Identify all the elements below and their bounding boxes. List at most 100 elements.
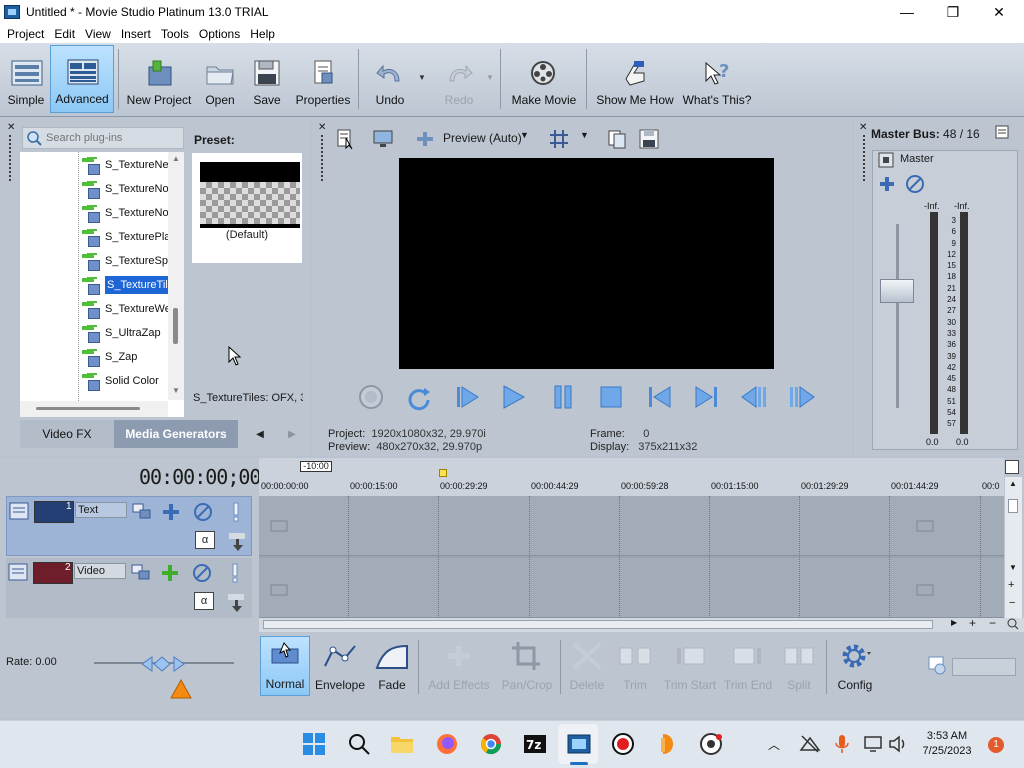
track-collapse-icon[interactable] bbox=[9, 501, 29, 524]
panel-grip[interactable] bbox=[320, 134, 324, 182]
windows-start-icon[interactable] bbox=[302, 732, 326, 756]
add-effects-button[interactable]: Add Effects bbox=[424, 636, 494, 696]
save-button[interactable]: Save bbox=[246, 45, 288, 113]
scroll-right-icon[interactable]: ▶ bbox=[951, 618, 957, 627]
track-mute-icon[interactable] bbox=[192, 501, 214, 523]
microphone-icon[interactable] bbox=[830, 732, 854, 756]
close-panel-icon[interactable]: ✕ bbox=[859, 122, 867, 133]
zoom-slider[interactable] bbox=[952, 658, 1016, 676]
track-name[interactable]: Text bbox=[75, 502, 127, 518]
mute-icon[interactable] bbox=[905, 174, 925, 197]
tree-vertical-scrollbar[interactable]: ▲ ▼ bbox=[168, 152, 184, 400]
properties-button[interactable]: Properties bbox=[292, 45, 354, 113]
redo-dropdown-icon[interactable]: ▼ bbox=[486, 73, 494, 82]
7zip-icon[interactable]: 7z bbox=[523, 732, 547, 756]
menu-options[interactable]: Options bbox=[194, 27, 245, 41]
scroll-up-icon[interactable]: ▲ bbox=[172, 154, 180, 163]
tab-prev-arrow[interactable]: ◀ bbox=[246, 420, 274, 448]
search-icon[interactable] bbox=[347, 732, 371, 756]
firefox-icon[interactable] bbox=[435, 732, 459, 756]
overlays-dropdown-icon[interactable]: ▼ bbox=[580, 130, 602, 152]
track-collapse-icon[interactable] bbox=[8, 562, 28, 585]
tab-next-arrow[interactable]: ▶ bbox=[278, 420, 306, 448]
master-fx-icon[interactable] bbox=[878, 152, 894, 171]
maximize-button[interactable]: ❐ bbox=[930, 0, 976, 24]
show-hidden-icons-icon[interactable]: ︿ bbox=[768, 736, 780, 753]
close-panel-icon[interactable]: ✕ bbox=[7, 122, 15, 133]
movie-studio-icon[interactable] bbox=[567, 732, 591, 756]
show-me-how-button[interactable]: Show Me How bbox=[592, 45, 678, 113]
compositing-mode-icon[interactable]: α bbox=[194, 592, 214, 610]
mixer-properties-icon[interactable] bbox=[994, 124, 1010, 143]
preview-quality-selector[interactable]: Preview (Auto) bbox=[443, 131, 522, 145]
track-lane-text[interactable] bbox=[259, 496, 1004, 556]
panel-grip[interactable] bbox=[8, 134, 12, 182]
external-monitor-icon[interactable] bbox=[372, 128, 394, 150]
go-to-end-icon[interactable] bbox=[690, 380, 724, 414]
track-solo-icon[interactable] bbox=[224, 562, 246, 584]
notification-badge[interactable]: 1 bbox=[988, 737, 1004, 753]
track-motion-icon[interactable] bbox=[131, 501, 153, 523]
trim-end-button[interactable]: Trim End bbox=[722, 636, 774, 696]
overlays-grid-icon[interactable] bbox=[548, 128, 570, 150]
track-name[interactable]: Video bbox=[74, 563, 126, 579]
menu-help[interactable]: Help bbox=[245, 27, 280, 41]
volume-fader-handle[interactable] bbox=[880, 279, 914, 303]
open-button[interactable]: Open bbox=[198, 45, 242, 113]
track-lane-video[interactable] bbox=[259, 558, 1004, 618]
compositing-mode-icon[interactable]: α bbox=[195, 531, 215, 549]
compositing-child-icon[interactable] bbox=[226, 592, 248, 614]
track-solo-icon[interactable] bbox=[225, 501, 247, 523]
menu-tools[interactable]: Tools bbox=[156, 27, 194, 41]
screen-recorder-icon[interactable] bbox=[611, 732, 635, 756]
envelope-tool-button[interactable]: Envelope bbox=[312, 636, 368, 696]
volume-fader-track[interactable] bbox=[896, 224, 899, 408]
menu-edit[interactable]: Edit bbox=[49, 27, 80, 41]
simple-view-button[interactable]: Simple bbox=[4, 45, 48, 113]
minimize-button[interactable]: — bbox=[884, 0, 930, 24]
advanced-view-button[interactable]: Advanced bbox=[50, 45, 114, 113]
timeline-vertical-scrollbar[interactable]: ▲ ▼ + − bbox=[1005, 477, 1022, 619]
rate-slider-handle[interactable] bbox=[140, 655, 186, 676]
split-button[interactable]: Split bbox=[776, 636, 822, 696]
split-screen-icon[interactable] bbox=[414, 128, 436, 150]
obs-icon[interactable] bbox=[699, 732, 723, 756]
normal-edit-tool-button[interactable]: Normal bbox=[260, 636, 310, 696]
track-header-video[interactable]: 2 Video α bbox=[6, 558, 252, 618]
scroll-down-icon[interactable]: ▼ bbox=[172, 386, 180, 395]
whats-this-button[interactable]: ? What's This? bbox=[680, 45, 754, 113]
play-from-start-icon[interactable] bbox=[450, 380, 484, 414]
compositing-child-icon[interactable] bbox=[227, 531, 249, 553]
trim-start-button[interactable]: Trim Start bbox=[660, 636, 720, 696]
new-project-button[interactable]: New Project bbox=[124, 45, 194, 113]
preview-properties-icon[interactable] bbox=[334, 128, 356, 150]
undo-button[interactable]: Undo bbox=[366, 45, 414, 113]
taskbar-clock[interactable]: 3:53 AM 7/25/2023 bbox=[916, 729, 978, 759]
cursor-marker-icon[interactable] bbox=[439, 469, 447, 477]
track-fx-icon[interactable] bbox=[160, 501, 182, 523]
preview-quality-dropdown-icon[interactable]: ▼ bbox=[520, 130, 542, 152]
loop-icon[interactable] bbox=[402, 380, 436, 414]
pause-icon[interactable] bbox=[546, 380, 580, 414]
stop-icon[interactable] bbox=[594, 380, 628, 414]
tab-video-fx[interactable]: Video FX bbox=[20, 420, 114, 448]
rate-indicator-icon[interactable] bbox=[170, 678, 192, 702]
go-to-start-icon[interactable] bbox=[642, 380, 676, 414]
menu-project[interactable]: Project bbox=[2, 27, 49, 41]
zoom-out-time-icon[interactable]: − bbox=[989, 616, 996, 630]
menu-insert[interactable]: Insert bbox=[116, 27, 156, 41]
search-box[interactable] bbox=[22, 127, 184, 149]
scroll-down-icon[interactable]: ▼ bbox=[1009, 563, 1017, 572]
close-panel-icon[interactable]: ✕ bbox=[318, 122, 326, 133]
zoom-in-time-icon[interactable]: + bbox=[969, 616, 976, 630]
close-button[interactable]: ✕ bbox=[976, 0, 1022, 24]
zoom-in-vertical-icon[interactable]: + bbox=[1008, 579, 1014, 591]
chrome-icon[interactable] bbox=[479, 732, 503, 756]
make-movie-button[interactable]: Make Movie bbox=[508, 45, 580, 113]
previous-frame-icon[interactable] bbox=[738, 380, 772, 414]
zoom-tool-icon[interactable] bbox=[1007, 618, 1019, 633]
track-header-text[interactable]: 1 Text α bbox=[6, 496, 252, 556]
play-icon[interactable] bbox=[496, 380, 530, 414]
timeline-horizontal-scrollbar[interactable]: ▶ + − bbox=[259, 616, 1024, 633]
zoom-out-vertical-icon[interactable]: − bbox=[1009, 597, 1015, 609]
